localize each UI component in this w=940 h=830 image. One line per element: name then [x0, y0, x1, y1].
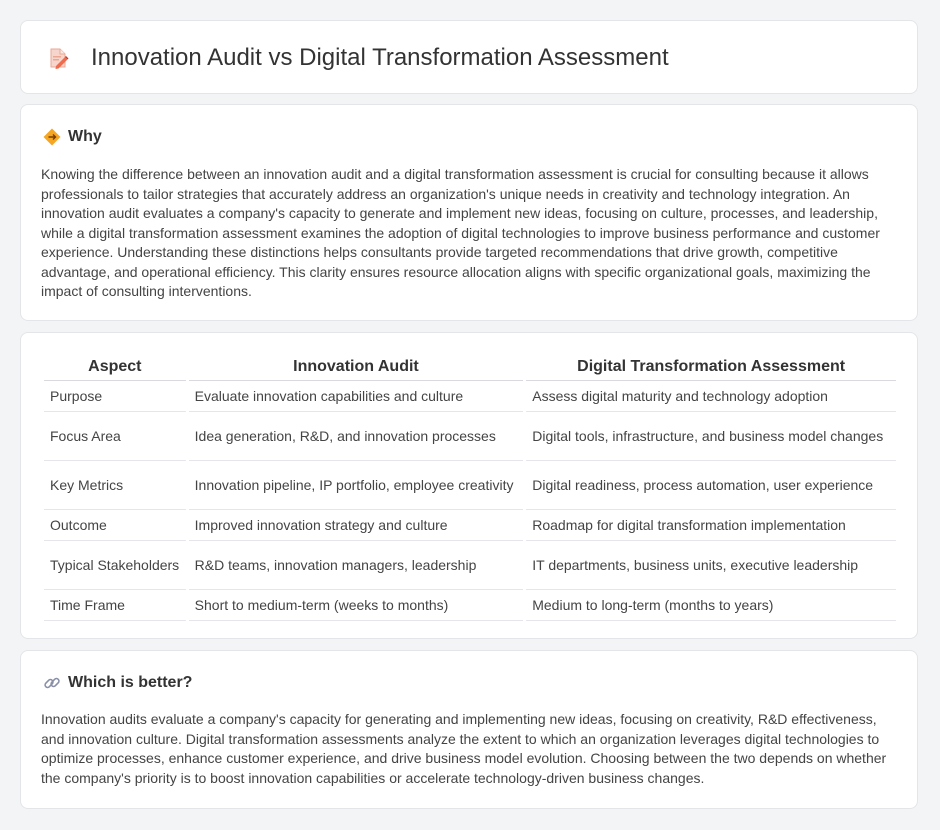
table-cell: Purpose [44, 381, 186, 412]
table-row: Typical Stakeholders R&D teams, innovati… [44, 541, 896, 590]
table-row: Purpose Evaluate innovation capabilities… [44, 381, 896, 412]
why-heading: Why [43, 127, 102, 147]
column-header-innovation-audit: Innovation Audit [188, 355, 524, 381]
column-header-digital-transformation: Digital Transformation Assessment [526, 355, 896, 381]
table-cell: Medium to long-term (months to years) [526, 590, 896, 621]
page-title: Innovation Audit vs Digital Transformati… [91, 44, 669, 71]
why-paragraph: Knowing the difference between an innova… [41, 166, 880, 299]
link-icon [43, 674, 61, 692]
why-title: Why [68, 128, 102, 145]
comparison-table-card: Aspect Innovation Audit Digital Transfor… [20, 332, 918, 639]
table-header-row: Aspect Innovation Audit Digital Transfor… [44, 355, 896, 381]
table-row: Outcome Improved innovation strategy and… [44, 510, 896, 541]
table-cell: R&D teams, innovation managers, leadersh… [188, 541, 524, 590]
why-section: Why Knowing the difference between an in… [20, 104, 918, 321]
which-is-better-section: Which is better? Innovation audits evalu… [20, 650, 918, 809]
table-cell: Digital tools, infrastructure, and busin… [526, 412, 896, 461]
table-cell: Focus Area [44, 412, 186, 461]
table-cell: Typical Stakeholders [44, 541, 186, 590]
table-cell: IT departments, business units, executiv… [526, 541, 896, 590]
header-card: Innovation Audit vs Digital Transformati… [20, 20, 918, 94]
column-header-aspect: Aspect [44, 355, 186, 381]
table-cell: Roadmap for digital transformation imple… [526, 510, 896, 541]
table-cell: Evaluate innovation capabilities and cul… [188, 381, 524, 412]
table-cell: Improved innovation strategy and culture [188, 510, 524, 541]
table-row: Time Frame Short to medium-term (weeks t… [44, 590, 896, 621]
table-cell: Idea generation, R&D, and innovation pro… [188, 412, 524, 461]
table-cell: Short to medium-term (weeks to months) [188, 590, 524, 621]
better-paragraph: Innovation audits evaluate a company's c… [41, 711, 887, 786]
table-cell: Time Frame [44, 590, 186, 621]
table-row: Focus Area Idea generation, R&D, and inn… [44, 412, 896, 461]
better-title: Which is better? [68, 674, 193, 691]
table-cell: Digital readiness, process automation, u… [526, 461, 896, 510]
better-heading: Which is better? [43, 673, 192, 693]
document-pencil-icon [47, 47, 69, 69]
table-cell: Key Metrics [44, 461, 186, 510]
comparison-table: Aspect Innovation Audit Digital Transfor… [41, 355, 899, 621]
diamond-arrows-icon [43, 128, 61, 146]
table-cell: Assess digital maturity and technology a… [526, 381, 896, 412]
table-row: Key Metrics Innovation pipeline, IP port… [44, 461, 896, 510]
table-cell: Innovation pipeline, IP portfolio, emplo… [188, 461, 524, 510]
table-cell: Outcome [44, 510, 186, 541]
